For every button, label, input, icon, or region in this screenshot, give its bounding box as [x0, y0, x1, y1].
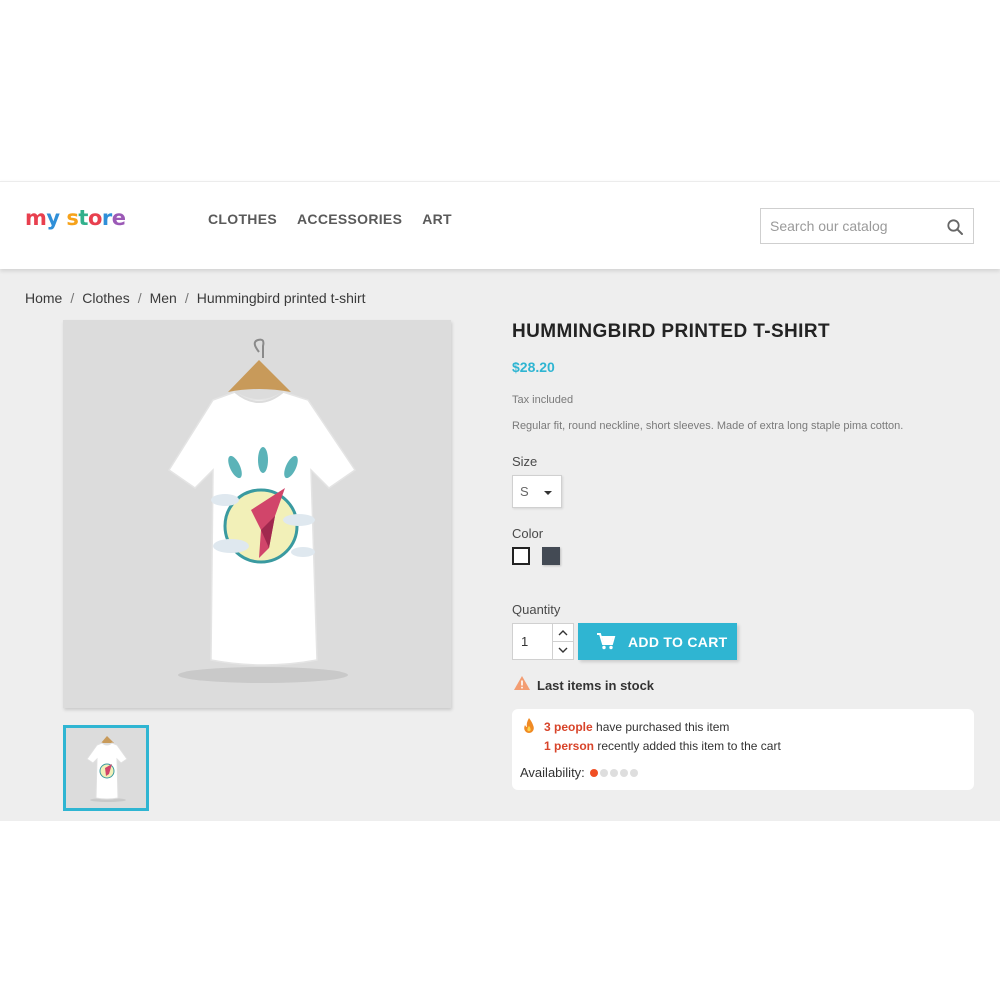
logo-letter: e	[111, 206, 126, 230]
availability: Availability:	[520, 765, 638, 780]
breadcrumb-clothes[interactable]: Clothes	[82, 290, 129, 306]
search-input[interactable]	[761, 209, 941, 243]
warning-icon	[513, 675, 531, 696]
stock-status: Last items in stock	[513, 675, 654, 696]
search-box	[760, 208, 974, 244]
breadcrumb-separator: /	[70, 290, 75, 306]
tax-label: Tax included	[512, 394, 574, 406]
search-icon[interactable]	[946, 218, 964, 236]
availability-dot	[609, 768, 618, 777]
color-swatch-white[interactable]	[512, 547, 530, 565]
quantity-stepper	[512, 623, 574, 660]
logo-letter: m	[25, 206, 47, 230]
stock-message: Last items in stock	[537, 678, 655, 693]
cart-icon	[596, 632, 616, 653]
chevron-down-icon	[558, 647, 568, 653]
availability-dot	[599, 768, 608, 777]
site-header: my store CLOTHES ACCESSORIES ART	[0, 181, 1000, 269]
added-message: 1 person recently added this item to the…	[544, 739, 781, 753]
purchased-text: have purchased this item	[592, 720, 730, 734]
purchased-message: 3 people have purchased this item	[544, 720, 729, 734]
quantity-spinner	[552, 624, 573, 659]
product-cover-image[interactable]	[63, 320, 451, 708]
breadcrumb-separator: /	[184, 290, 189, 306]
quantity-input[interactable]	[513, 624, 553, 659]
nav-item-clothes[interactable]: CLOTHES	[208, 211, 277, 227]
product-price: $28.20	[512, 359, 555, 375]
quantity-increase-button[interactable]	[553, 624, 573, 641]
social-proof-box: 3 people have purchased this item 1 pers…	[512, 709, 974, 790]
color-label: Color	[512, 526, 544, 541]
logo-letter: r	[101, 206, 112, 230]
logo-letter: y	[46, 206, 60, 230]
availability-dot	[629, 768, 638, 777]
breadcrumb-separator: /	[137, 290, 142, 306]
size-value: S	[520, 484, 529, 499]
page: my store CLOTHES ACCESSORIES ART Home / …	[0, 0, 1000, 1000]
added-text: recently added this item to the cart	[594, 739, 781, 753]
size-select[interactable]: S	[512, 475, 562, 508]
breadcrumb-men[interactable]: Men	[150, 290, 177, 306]
chevron-up-icon	[558, 630, 568, 636]
quantity-label: Quantity	[512, 602, 561, 617]
size-label: Size	[512, 454, 538, 469]
breadcrumb-home[interactable]: Home	[25, 290, 62, 306]
availability-dot	[589, 768, 598, 777]
availability-meter	[589, 768, 638, 777]
add-to-cart-button[interactable]: ADD TO CART	[578, 623, 737, 660]
logo-letter: t	[78, 206, 88, 230]
product-title: HUMMINGBIRD PRINTED T-SHIRT	[512, 321, 830, 342]
nav-item-accessories[interactable]: ACCESSORIES	[297, 211, 402, 227]
product-page: Home / Clothes / Men / Hummingbird print…	[0, 269, 1000, 821]
color-swatch-gray[interactable]	[542, 547, 560, 565]
purchased-count: 3 people	[544, 720, 593, 734]
availability-dot	[619, 768, 628, 777]
breadcrumb-current: Hummingbird printed t-shirt	[196, 290, 366, 306]
store-logo[interactable]: my store	[25, 206, 126, 230]
logo-letter: s	[66, 206, 79, 230]
breadcrumb: Home / Clothes / Men / Hummingbird print…	[25, 290, 366, 306]
availability-label: Availability:	[520, 765, 585, 780]
added-count: 1 person	[544, 739, 595, 753]
quantity-decrease-button[interactable]	[553, 641, 573, 658]
fire-icon	[522, 717, 536, 739]
logo-letter: o	[87, 206, 102, 230]
nav-item-art[interactable]: ART	[422, 211, 452, 227]
product-thumbnail[interactable]	[63, 725, 149, 811]
product-description: Regular fit, round neckline, short sleev…	[512, 420, 904, 432]
add-to-cart-label: ADD TO CART	[628, 634, 728, 650]
logo-letter	[60, 206, 67, 230]
main-nav: CLOTHES ACCESSORIES ART	[208, 211, 452, 227]
chevron-down-icon	[544, 491, 552, 495]
